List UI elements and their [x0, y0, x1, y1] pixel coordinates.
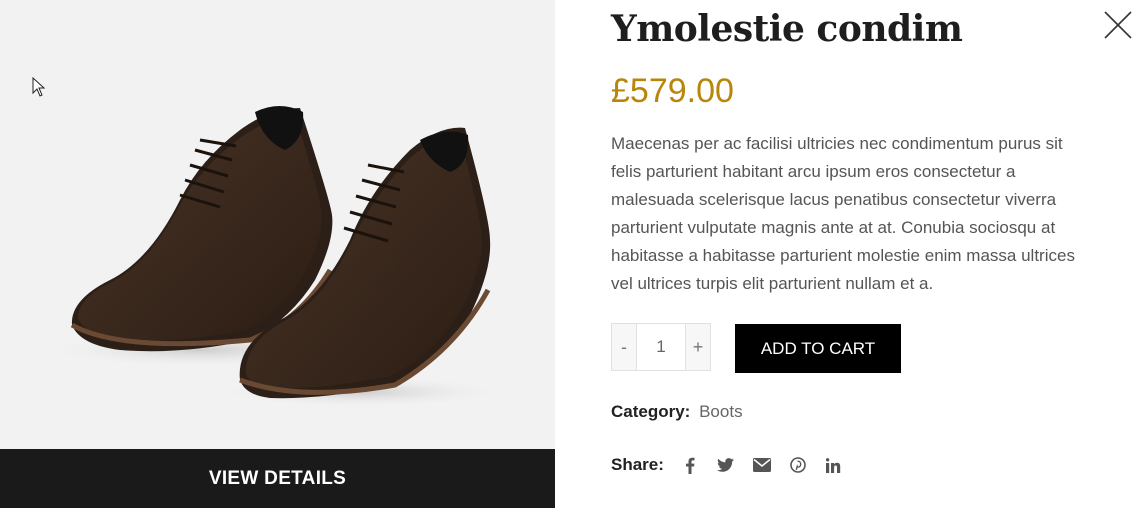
twitter-icon[interactable]: [716, 455, 736, 475]
share-row: Share:: [611, 455, 844, 475]
close-icon[interactable]: [1101, 8, 1135, 42]
product-price: £579.00: [611, 72, 734, 110]
quantity-input[interactable]: [636, 324, 686, 370]
category-link-boots[interactable]: Boots: [699, 402, 742, 421]
add-to-cart-button[interactable]: ADD TO CART: [735, 324, 901, 373]
share-label: Share:: [611, 455, 664, 474]
email-icon[interactable]: [752, 455, 772, 475]
facebook-icon[interactable]: [680, 455, 700, 475]
quantity-increase-button[interactable]: +: [686, 324, 710, 370]
product-title: Ymolestie condim: [611, 8, 963, 50]
linkedin-icon[interactable]: [824, 455, 844, 475]
quantity-stepper: - +: [611, 323, 711, 371]
product-description: Maecenas per ac facilisi ultricies nec c…: [611, 134, 1075, 293]
category-label: Category:: [611, 402, 691, 421]
quantity-decrease-button[interactable]: -: [612, 324, 636, 370]
mouse-cursor-icon: [32, 77, 46, 97]
category-row: Category: Boots: [611, 402, 743, 422]
product-image-panel: [0, 0, 555, 508]
view-details-button[interactable]: VIEW DETAILS: [0, 449, 555, 508]
product-image-shoes: [40, 106, 510, 408]
pinterest-icon[interactable]: [788, 455, 808, 475]
